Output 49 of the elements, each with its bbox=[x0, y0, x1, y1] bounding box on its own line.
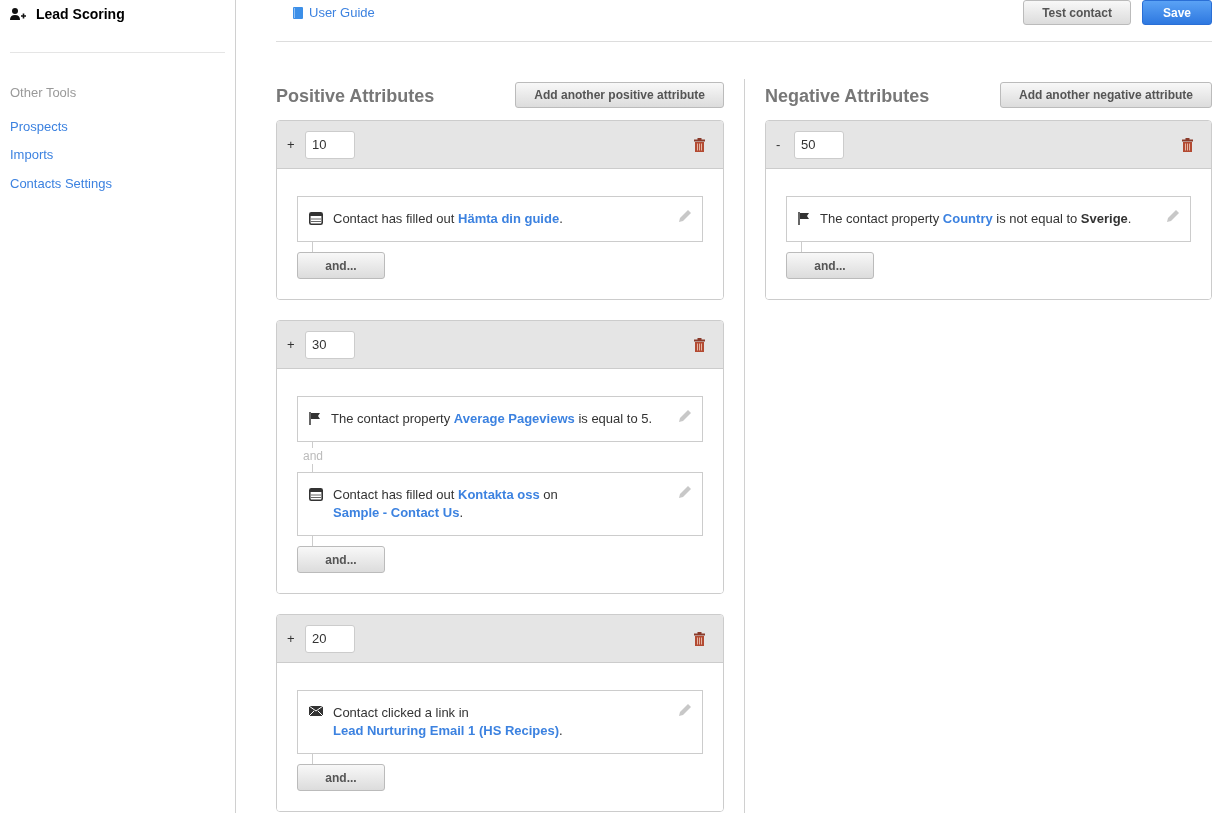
flag-icon bbox=[309, 412, 321, 425]
section-heading: Negative Attributes bbox=[765, 85, 930, 108]
user-guide-link[interactable]: User Guide bbox=[293, 3, 375, 23]
condition-text: The contact property Average Pageviews is equal to 5. bbox=[331, 410, 654, 428]
condition-text: Contact clicked a link in Lead Nurturing Email 1 (HS Recipes). bbox=[333, 704, 564, 740]
edit-icon[interactable] bbox=[678, 703, 692, 717]
form-icon bbox=[309, 212, 323, 225]
book-icon bbox=[293, 6, 303, 19]
and-connector: and bbox=[303, 448, 325, 464]
form-icon bbox=[309, 488, 323, 501]
sidebar-title: Lead Scoring bbox=[36, 4, 125, 24]
points-field[interactable]: 20 bbox=[305, 624, 355, 653]
flag-icon bbox=[798, 212, 810, 225]
sidebar-link[interactable]: Contacts Settings bbox=[10, 173, 112, 193]
test-contact-button[interactable]: Test contact bbox=[1023, 0, 1131, 25]
trash-icon[interactable] bbox=[694, 137, 705, 152]
add-attribute-button[interactable]: Add another positive attribute bbox=[515, 81, 724, 108]
condition-text: Contact has filled out Kontakta oss on Sample - Contact Us. bbox=[333, 486, 559, 522]
edit-icon[interactable] bbox=[678, 209, 692, 223]
points-field[interactable]: 30 bbox=[305, 330, 355, 359]
and-button[interactable]: and... bbox=[297, 252, 385, 279]
save-button[interactable]: Save bbox=[1141, 0, 1212, 25]
score-sign: + bbox=[287, 135, 296, 154]
score-sign: + bbox=[287, 335, 296, 354]
score-sign: + bbox=[287, 629, 296, 648]
edit-icon[interactable] bbox=[678, 409, 692, 423]
sidebar-link[interactable]: Imports bbox=[10, 145, 54, 165]
section-label: Other Tools bbox=[10, 84, 78, 102]
condition-link[interactable]: Kontakta oss bbox=[458, 487, 540, 502]
condition-text: The contact property Country is not equal to Sverige. bbox=[820, 210, 1133, 228]
condition-link[interactable]: Average Pageviews bbox=[453, 411, 575, 426]
add-user-icon bbox=[10, 8, 26, 20]
points-field[interactable]: 10 bbox=[305, 130, 355, 159]
score-sign: - bbox=[776, 135, 782, 154]
trash-icon[interactable] bbox=[694, 631, 705, 646]
envelope-icon bbox=[309, 706, 323, 716]
condition-text: Contact has filled out Hämta din guide. bbox=[333, 210, 564, 228]
and-button[interactable]: and... bbox=[297, 764, 385, 791]
add-attribute-button[interactable]: Add another negative attribute bbox=[999, 81, 1212, 108]
trash-icon[interactable] bbox=[1182, 137, 1193, 152]
trash-icon[interactable] bbox=[694, 337, 705, 352]
and-button[interactable]: and... bbox=[786, 252, 874, 279]
condition-link[interactable]: Country bbox=[942, 211, 993, 226]
points-field[interactable]: 50 bbox=[794, 130, 844, 159]
and-button[interactable]: and... bbox=[297, 546, 385, 573]
edit-icon[interactable] bbox=[678, 485, 692, 499]
section-heading: Positive Attributes bbox=[276, 85, 435, 108]
sidebar-link[interactable]: Prospects bbox=[10, 116, 68, 136]
edit-icon[interactable] bbox=[1166, 209, 1180, 223]
